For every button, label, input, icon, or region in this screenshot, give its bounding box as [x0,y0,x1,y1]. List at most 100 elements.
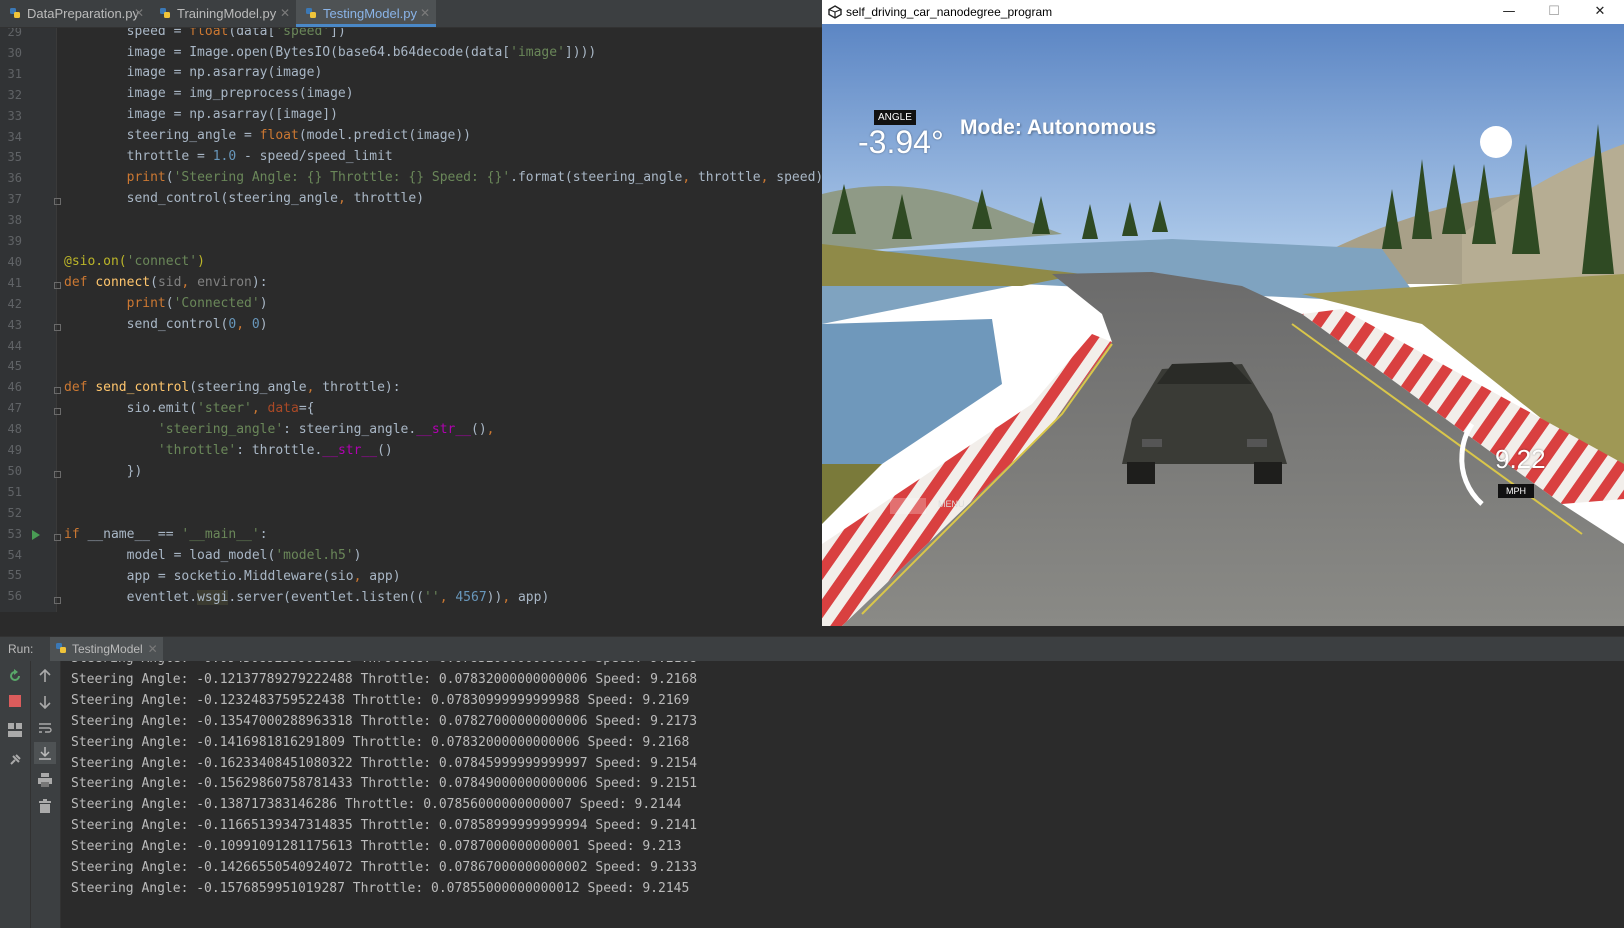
python-run-icon [56,643,66,653]
simulator-title-bar[interactable]: self_driving_car_nanodegree_program — ☐ … [822,0,1624,24]
code-line-29: speed = float(data['speed']) [64,28,346,39]
close-icon[interactable]: ✕ [420,0,430,27]
fold-marker-icon[interactable] [54,471,61,478]
speed-unit: MPH [1498,484,1534,498]
driving-scene [822,24,1624,626]
scroll-to-end-button[interactable] [34,742,56,764]
arrow-down-icon[interactable] [39,695,51,709]
tab-testing-model[interactable]: TestingModel.py ✕ [296,0,436,27]
code-line-35: throttle = 1.0 - speed/speed_limit [64,149,393,164]
code-line-47: sio.emit('steer', data={ [64,401,315,416]
console-line: Steering Angle: -0.1232483759522438 Thro… [71,693,690,708]
console-output[interactable]: Steering Angle: -0.09450892359018326 Thr… [61,661,1624,928]
line-number: 39 [7,234,22,248]
simulator-window: self_driving_car_nanodegree_program — ☐ … [822,0,1624,626]
console-line: Steering Angle: -0.16233408451080322 Thr… [71,756,698,771]
line-number: 45 [7,359,22,373]
line-number: 36 [7,171,22,185]
line-number: 43 [7,318,22,332]
line-number: 38 [7,213,22,227]
layout-icon[interactable] [8,723,22,737]
scroll-to-end-icon [39,747,51,760]
arrow-up-icon[interactable] [39,669,51,683]
fold-marker-icon[interactable] [54,387,61,394]
fold-marker-icon[interactable] [54,597,61,604]
code-line-53: if __name__ == '__main__': [64,527,268,542]
line-number: 34 [7,130,22,144]
python-file-icon [10,8,20,18]
soft-wrap-icon[interactable] [38,721,52,735]
line-number: 49 [7,443,22,457]
console-line: Steering Angle: -0.1416981816291809 Thro… [71,735,690,750]
code-line-34: steering_angle = float(model.predict(ima… [64,128,471,143]
line-number: 37 [7,192,22,206]
tab-testing-model-run[interactable]: TestingModel ✕ [50,637,163,661]
python-file-icon [306,8,316,18]
line-number: 46 [7,380,22,394]
console-line: Steering Angle: -0.13547000288963318 Thr… [71,714,698,729]
tab-training-model[interactable]: TrainingModel.py ✕ [150,0,296,27]
window-title: self_driving_car_nanodegree_program [846,5,1053,19]
line-number: 33 [7,109,22,123]
code-line-43: send_control(0, 0) [64,317,268,332]
code-line-32: image = img_preprocess(image) [64,86,354,101]
code-line-55: app = socketio.Middleware(sio, app) [64,569,401,584]
fold-marker-icon[interactable] [54,282,61,289]
fold-marker-icon[interactable] [54,408,61,415]
speed-value: 9.22 [1495,444,1546,474]
close-icon[interactable]: ✕ [134,0,144,27]
tab-label: TrainingModel.py [177,6,277,21]
line-number: 40 [7,255,22,269]
menu-label[interactable]: MENU [938,499,965,509]
line-number: 48 [7,422,22,436]
line-number: 55 [7,568,22,582]
code-line-37: send_control(steering_angle, throttle) [64,191,425,206]
console-line: Steering Angle: -0.09450892359018326 Thr… [71,661,697,666]
run-toolbar-secondary [31,661,61,928]
code-line-56: eventlet.wsgi.server(eventlet.listen((''… [64,590,550,605]
print-icon[interactable] [38,773,52,787]
menu-button[interactable] [890,498,926,514]
simulator-viewport[interactable]: ANGLE -3.94° Mode: Autonomous 9.22 MPH M… [822,24,1624,626]
line-number: 53 [7,527,22,541]
close-button[interactable]: ✕ [1578,0,1622,24]
tab-label: DataPreparation.py [27,6,140,21]
line-number: 42 [7,297,22,311]
code-line-33: image = np.asarray([image]) [64,107,338,122]
console-line: Steering Angle: -0.10991091281175613 Thr… [71,839,682,854]
console-line: Steering Angle: -0.138717383146286 Throt… [71,797,682,812]
run-tab-label: TestingModel [72,642,143,656]
fold-marker-icon[interactable] [54,198,61,205]
unity-icon [828,5,842,19]
line-number: 51 [7,485,22,499]
code-editor[interactable]: 29 30 31 32 33 34 35 36 37 38 39 40 41 42 43 44 45 46 47 48… [0,28,822,612]
close-icon[interactable]: ✕ [148,637,158,661]
editor-tab-bar: DataPreparation.py ✕ TrainingModel.py ✕ … [0,0,822,28]
code-line-41: def connect(sid, environ): [64,275,268,290]
mode-text: Mode: Autonomous [960,116,1157,139]
line-number: 56 [7,589,22,603]
rerun-icon[interactable] [8,669,22,683]
line-number: 54 [7,548,22,562]
maximize-button[interactable]: ☐ [1532,0,1576,24]
pin-icon[interactable] [8,753,22,767]
tab-data-preparation[interactable]: DataPreparation.py ✕ [0,0,150,27]
stop-icon[interactable] [9,695,21,707]
code-line-36: print('Steering Angle: {} Throttle: {} S… [126,170,822,185]
run-gutter-icon[interactable] [32,530,40,540]
run-label: Run: [8,642,34,656]
angle-value: -3.94° [858,124,944,160]
minimize-button[interactable]: — [1487,0,1531,24]
fold-marker-icon[interactable] [54,324,61,331]
console-line: Steering Angle: -0.1576859951019287 Thro… [71,881,690,896]
console-line: Steering Angle: -0.15629860758781433 Thr… [71,776,698,791]
line-number: 50 [7,464,22,478]
trash-icon[interactable] [39,799,51,813]
fold-marker-icon[interactable] [54,534,61,541]
run-toolbar-primary [0,661,31,928]
code-line-49: 'throttle': throttle.__str__() [157,443,393,458]
close-icon[interactable]: ✕ [280,0,290,27]
code-line-48: 'steering_angle': steering_angle.__str__… [157,422,495,437]
line-number: 31 [7,67,22,81]
run-panel-header: Run: TestingModel ✕ [0,636,1624,661]
